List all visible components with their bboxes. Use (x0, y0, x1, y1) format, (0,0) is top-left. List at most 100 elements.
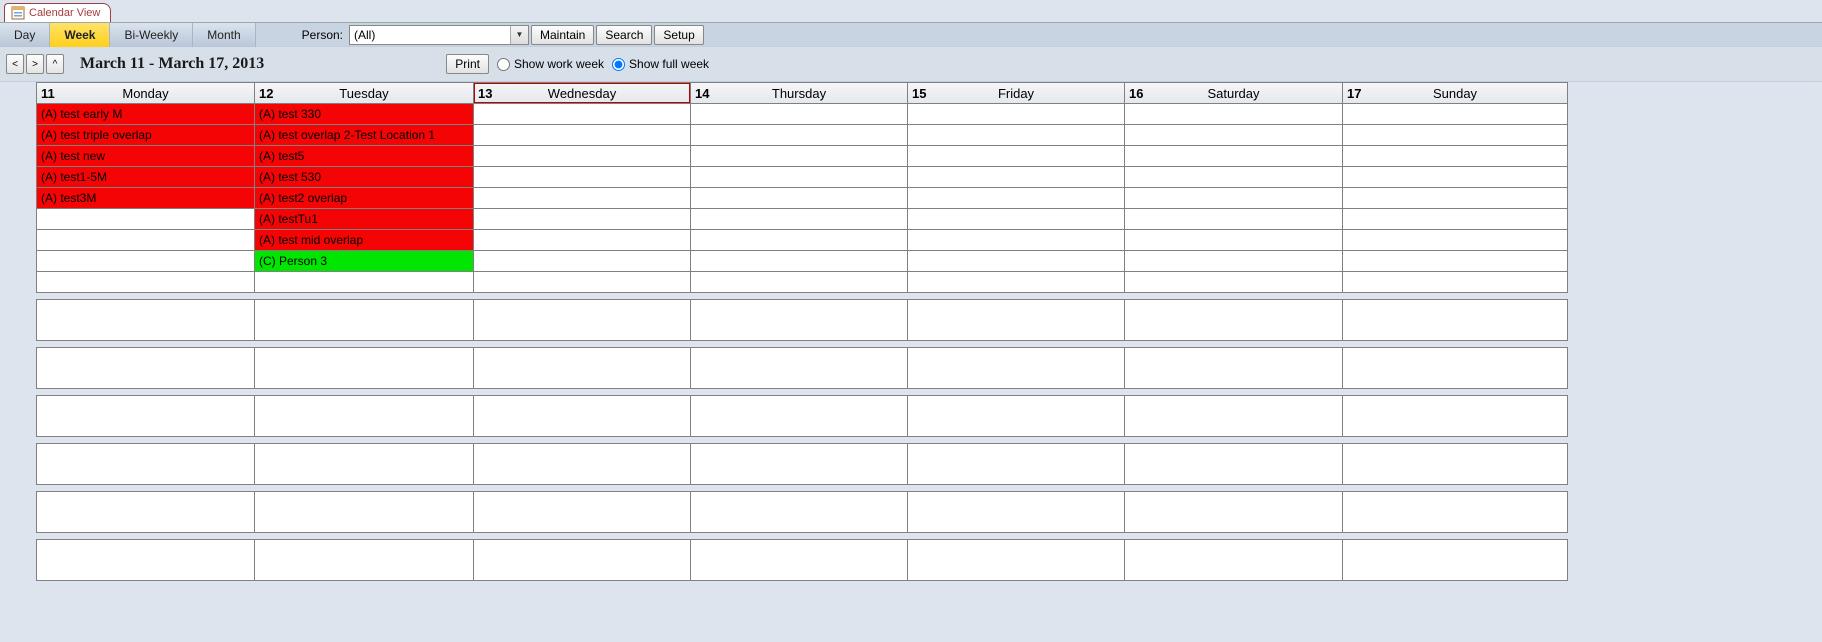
calendar-cell[interactable] (1125, 272, 1343, 293)
prev-button[interactable]: < (6, 54, 24, 74)
person-input[interactable] (350, 26, 510, 44)
calendar-cell[interactable] (36, 299, 255, 341)
calendar-cell[interactable] (908, 167, 1125, 188)
calendar-cell[interactable] (474, 146, 691, 167)
calendar-cell[interactable] (1343, 395, 1568, 437)
calendar-cell[interactable] (1343, 146, 1568, 167)
calendar-cell[interactable] (691, 230, 908, 251)
event-item[interactable]: (C) Person 3 (255, 251, 474, 272)
calendar-cell[interactable] (691, 251, 908, 272)
event-item[interactable]: (A) test 530 (255, 167, 474, 188)
calendar-cell[interactable] (36, 539, 255, 581)
calendar-cell[interactable] (36, 491, 255, 533)
calendar-cell[interactable] (908, 299, 1125, 341)
calendar-cell[interactable] (474, 539, 691, 581)
day-header-sunday[interactable]: 17Sunday (1343, 82, 1568, 104)
calendar-cell[interactable] (1125, 539, 1343, 581)
calendar-cell[interactable] (908, 125, 1125, 146)
calendar-cell[interactable] (1125, 347, 1343, 389)
tab-calendar-view[interactable]: Calendar View (4, 3, 111, 22)
calendar-cell[interactable] (908, 395, 1125, 437)
maintain-button[interactable]: Maintain (531, 25, 594, 45)
calendar-cell[interactable] (255, 491, 474, 533)
calendar-cell[interactable] (1343, 491, 1568, 533)
calendar-cell[interactable] (908, 146, 1125, 167)
calendar-cell[interactable] (474, 491, 691, 533)
calendar-cell[interactable] (691, 167, 908, 188)
calendar-cell[interactable] (691, 272, 908, 293)
calendar-cell[interactable] (255, 395, 474, 437)
calendar-cell[interactable] (36, 443, 255, 485)
calendar-cell[interactable] (691, 104, 908, 125)
calendar-cell[interactable] (1125, 230, 1343, 251)
calendar-cell[interactable] (908, 443, 1125, 485)
day-header-thursday[interactable]: 14Thursday (691, 82, 908, 104)
calendar-cell[interactable] (1343, 251, 1568, 272)
radio-full-week-input[interactable] (612, 58, 625, 71)
calendar-cell[interactable] (474, 125, 691, 146)
calendar-cell[interactable] (1125, 395, 1343, 437)
calendar-cell[interactable] (474, 443, 691, 485)
calendar-cell[interactable] (36, 251, 255, 272)
next-button[interactable]: > (26, 54, 44, 74)
calendar-cell[interactable] (474, 209, 691, 230)
view-biweekly[interactable]: Bi-Weekly (110, 23, 193, 47)
calendar-cell[interactable] (908, 188, 1125, 209)
calendar-cell[interactable] (908, 230, 1125, 251)
event-item[interactable]: (A) test 330 (255, 104, 474, 125)
event-item[interactable]: (A) test5 (255, 146, 474, 167)
calendar-cell[interactable] (1125, 299, 1343, 341)
calendar-cell[interactable] (691, 146, 908, 167)
calendar-cell[interactable] (36, 347, 255, 389)
calendar-cell[interactable] (1343, 188, 1568, 209)
calendar-cell[interactable] (691, 539, 908, 581)
event-item[interactable]: (A) test2 overlap (255, 188, 474, 209)
calendar-cell[interactable] (1125, 209, 1343, 230)
calendar-cell[interactable] (691, 491, 908, 533)
calendar-cell[interactable] (1343, 299, 1568, 341)
day-header-wednesday[interactable]: 13Wednesday (474, 82, 691, 104)
calendar-cell[interactable] (908, 491, 1125, 533)
calendar-cell[interactable] (1125, 251, 1343, 272)
view-month[interactable]: Month (193, 23, 255, 47)
calendar-cell[interactable] (1125, 146, 1343, 167)
calendar-cell[interactable] (474, 347, 691, 389)
view-week[interactable]: Week (50, 23, 110, 47)
event-item[interactable]: (A) test overlap 2-Test Location 1 (255, 125, 474, 146)
calendar-cell[interactable] (255, 443, 474, 485)
calendar-cell[interactable] (474, 230, 691, 251)
calendar-cell[interactable] (1343, 104, 1568, 125)
event-item[interactable]: (A) test1-5M (36, 167, 255, 188)
calendar-cell[interactable] (36, 230, 255, 251)
calendar-cell[interactable] (1343, 272, 1568, 293)
event-item[interactable]: (A) test new (36, 146, 255, 167)
day-header-saturday[interactable]: 16Saturday (1125, 82, 1343, 104)
calendar-cell[interactable] (908, 539, 1125, 581)
calendar-cell[interactable] (474, 272, 691, 293)
calendar-cell[interactable] (691, 443, 908, 485)
calendar-cell[interactable] (1125, 167, 1343, 188)
print-button[interactable]: Print (446, 54, 489, 74)
chevron-down-icon[interactable]: ▼ (510, 26, 528, 44)
calendar-cell[interactable] (1343, 125, 1568, 146)
calendar-cell[interactable] (1125, 443, 1343, 485)
calendar-cell[interactable] (1343, 347, 1568, 389)
event-item[interactable]: (A) test3M (36, 188, 255, 209)
calendar-cell[interactable] (1343, 539, 1568, 581)
calendar-cell[interactable] (691, 209, 908, 230)
calendar-cell[interactable] (691, 299, 908, 341)
calendar-cell[interactable] (474, 251, 691, 272)
day-header-monday[interactable]: 11Monday (36, 82, 255, 104)
calendar-cell[interactable] (474, 395, 691, 437)
event-item[interactable]: (A) test mid overlap (255, 230, 474, 251)
calendar-cell[interactable] (908, 347, 1125, 389)
calendar-cell[interactable] (474, 104, 691, 125)
calendar-cell[interactable] (474, 299, 691, 341)
calendar-cell[interactable] (474, 188, 691, 209)
event-item[interactable]: (A) testTu1 (255, 209, 474, 230)
calendar-cell[interactable] (474, 167, 691, 188)
radio-full-week[interactable]: Show full week (612, 57, 709, 71)
calendar-cell[interactable] (908, 104, 1125, 125)
calendar-cell[interactable] (691, 188, 908, 209)
calendar-cell[interactable] (255, 347, 474, 389)
